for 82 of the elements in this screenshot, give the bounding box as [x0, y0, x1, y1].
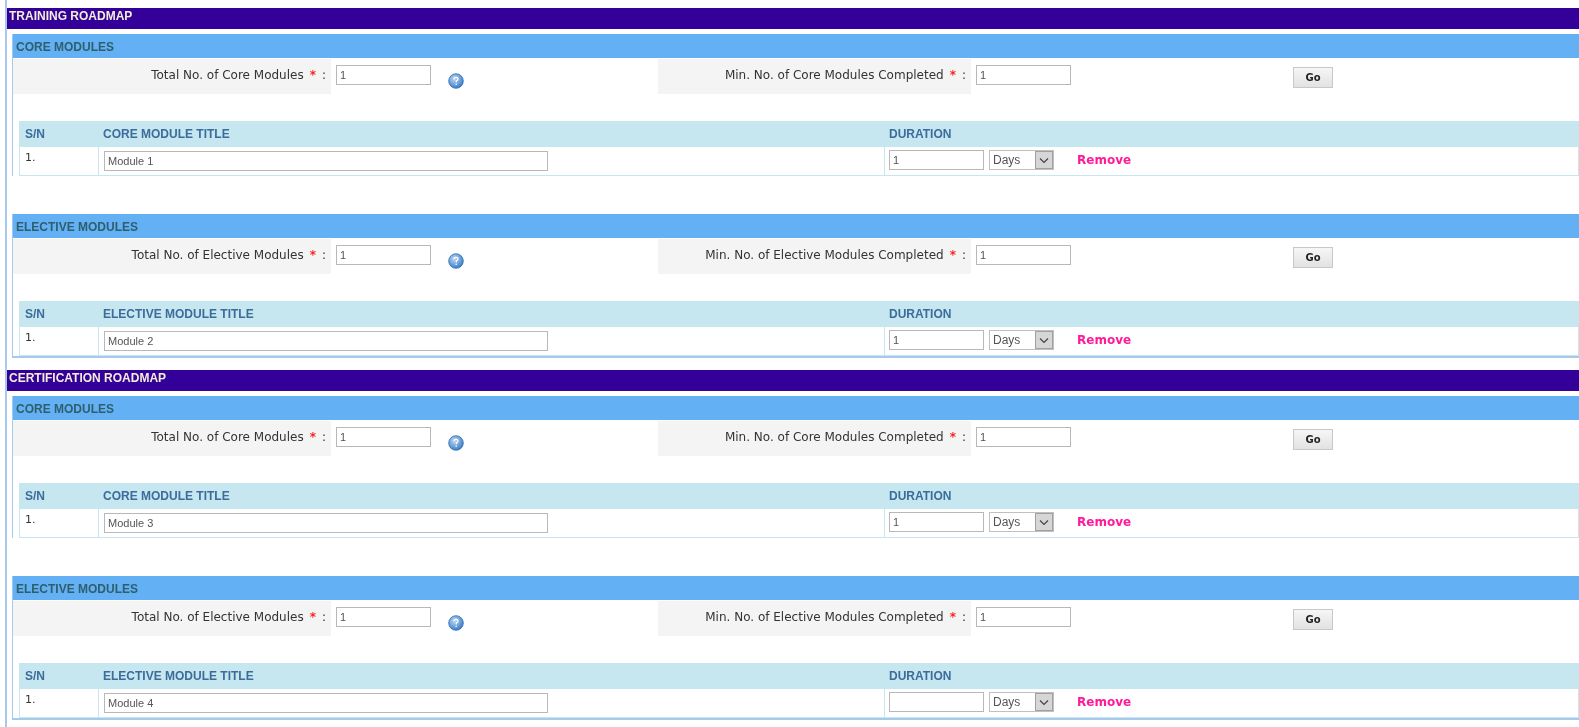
- label-colon: :: [961, 67, 966, 82]
- column-header: ELECTIVE MODULE TITLE: [102, 669, 255, 683]
- table-cell-text: 1.: [24, 150, 37, 166]
- section-header: ELECTIVE MODULES: [13, 214, 1579, 238]
- section-header: ELECTIVE MODULES: [13, 576, 1579, 600]
- input-field[interactable]: 1: [889, 330, 984, 350]
- label-colon: :: [321, 429, 326, 444]
- input-field[interactable]: 1: [336, 245, 431, 265]
- help-icon[interactable]: [448, 73, 464, 89]
- field-label: Total No. of Elective Modules: [131, 609, 304, 624]
- field-label: Total No. of Core Modules: [151, 67, 304, 82]
- input-field[interactable]: Module 3: [104, 513, 548, 533]
- required-mark: *: [949, 67, 956, 82]
- table-cell-text: 1.: [24, 330, 37, 346]
- input-field[interactable]: 1: [889, 512, 984, 532]
- field-label: Total No. of Elective Modules: [131, 247, 304, 262]
- label-colon: :: [961, 609, 966, 624]
- required-mark: *: [309, 429, 316, 444]
- column-header: CORE MODULE TITLE: [102, 127, 231, 141]
- table-cell-text: 1.: [24, 692, 37, 708]
- required-mark: *: [309, 67, 316, 82]
- input-field[interactable]: 1: [976, 427, 1071, 447]
- caret-icon: [1035, 693, 1053, 711]
- column-header: S/N: [24, 307, 46, 321]
- input-field[interactable]: 1: [336, 65, 431, 85]
- required-mark: *: [949, 609, 956, 624]
- caret-icon: [1035, 331, 1053, 349]
- roadmap-header: CERTIFICATION ROADMAP: [7, 370, 1579, 391]
- caret-icon: [1035, 513, 1053, 531]
- column-header: DURATION: [888, 669, 953, 683]
- help-icon[interactable]: [448, 253, 464, 269]
- section-header: CORE MODULES: [13, 396, 1579, 420]
- required-mark: *: [949, 247, 956, 262]
- input-field[interactable]: 1: [976, 65, 1071, 85]
- input-field[interactable]: [889, 692, 984, 712]
- field-label: Min. No. of Core Modules Completed: [724, 429, 944, 444]
- label-colon: :: [321, 609, 326, 624]
- input-field[interactable]: Module 4: [104, 693, 548, 713]
- input-field[interactable]: 1: [889, 150, 984, 170]
- remove-link[interactable]: Remove: [1077, 515, 1132, 529]
- input-field[interactable]: Module 2: [104, 331, 548, 351]
- remove-link[interactable]: Remove: [1077, 695, 1132, 709]
- column-header: DURATION: [888, 489, 953, 503]
- input-field[interactable]: 1: [336, 607, 431, 627]
- column-header: DURATION: [888, 127, 953, 141]
- go-button[interactable]: Go: [1293, 609, 1333, 630]
- field-label: Min. No. of Elective Modules Completed: [705, 609, 944, 624]
- field-label: Total No. of Core Modules: [151, 429, 304, 444]
- field-label: Min. No. of Elective Modules Completed: [705, 247, 944, 262]
- go-button[interactable]: Go: [1293, 247, 1333, 268]
- go-button[interactable]: Go: [1293, 67, 1333, 88]
- table-cell-text: 1.: [24, 512, 37, 528]
- help-icon[interactable]: [448, 435, 464, 451]
- input-field[interactable]: 1: [976, 607, 1071, 627]
- roadmap-header: TRAINING ROADMAP: [7, 8, 1579, 29]
- unit-dropdown[interactable]: Days: [989, 512, 1054, 532]
- unit-dropdown[interactable]: Days: [989, 330, 1054, 350]
- column-header: S/N: [24, 489, 46, 503]
- column-header: S/N: [24, 127, 46, 141]
- column-header: DURATION: [888, 307, 953, 321]
- label-colon: :: [961, 429, 966, 444]
- label-colon: :: [321, 247, 326, 262]
- required-mark: *: [309, 247, 316, 262]
- input-field[interactable]: Module 1: [104, 151, 548, 171]
- unit-dropdown[interactable]: Days: [989, 692, 1054, 712]
- label-colon: :: [961, 247, 966, 262]
- section-header: CORE MODULES: [13, 34, 1579, 58]
- remove-link[interactable]: Remove: [1077, 153, 1132, 167]
- label-colon: :: [321, 67, 326, 82]
- required-mark: *: [309, 609, 316, 624]
- column-header: ELECTIVE MODULE TITLE: [102, 307, 255, 321]
- remove-link[interactable]: Remove: [1077, 333, 1132, 347]
- column-header: S/N: [24, 669, 46, 683]
- required-mark: *: [949, 429, 956, 444]
- field-label: Min. No. of Core Modules Completed: [724, 67, 944, 82]
- input-field[interactable]: 1: [336, 427, 431, 447]
- unit-dropdown[interactable]: Days: [989, 150, 1054, 170]
- input-field[interactable]: 1: [976, 245, 1071, 265]
- column-header: CORE MODULE TITLE: [102, 489, 231, 503]
- go-button[interactable]: Go: [1293, 429, 1333, 450]
- caret-icon: [1035, 151, 1053, 169]
- help-icon[interactable]: [448, 615, 464, 631]
